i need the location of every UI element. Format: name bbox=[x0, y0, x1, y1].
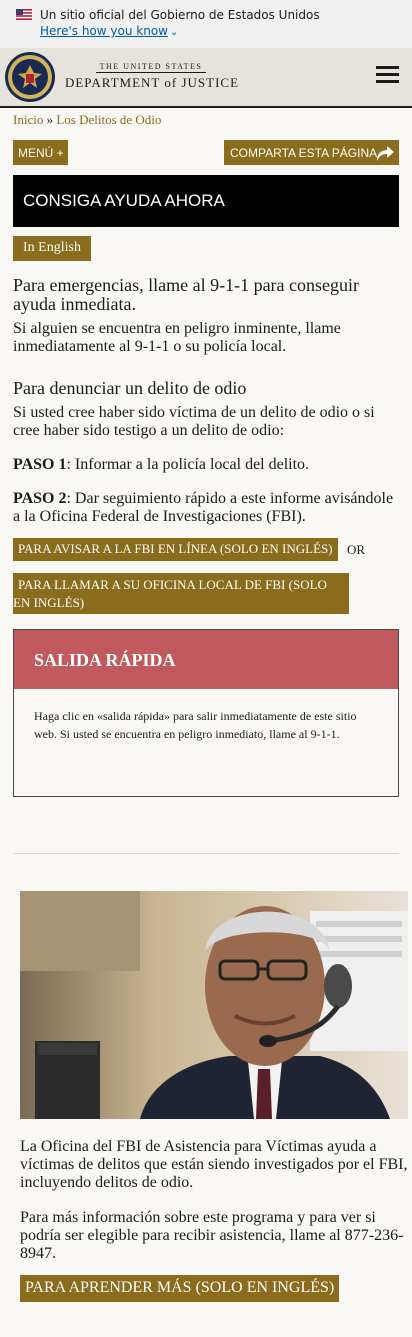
get-help-now-banner: CONSIGA AYUDA AHORA bbox=[13, 175, 399, 227]
action-button-row: MENÚ + COMPARTA ESTA PÁGINA bbox=[0, 140, 412, 175]
quick-exit-button[interactable]: SALIDA RÁPIDA bbox=[14, 630, 398, 689]
victim-assistance-contact: Para más información sobre este programa… bbox=[20, 1209, 404, 1262]
step-2: PASO 2: Dar seguimiento rápido a este in… bbox=[13, 490, 399, 526]
quick-exit-box: SALIDA RÁPIDA Haga clic en «salida rápid… bbox=[13, 629, 399, 797]
doj-seal-icon[interactable] bbox=[4, 51, 56, 103]
agent-with-headset-image bbox=[20, 891, 408, 1119]
step-2-label: PASO 2 bbox=[13, 490, 67, 507]
share-page-button[interactable]: COMPARTA ESTA PÁGINA bbox=[224, 140, 399, 165]
step-1: PASO 1: Informar a la policía local del … bbox=[13, 456, 399, 474]
victim-assistance-text: La Oficina del FBI de Asistencia para Ví… bbox=[20, 1138, 408, 1191]
hamburger-menu-icon[interactable] bbox=[376, 66, 399, 84]
emergency-heading: Para emergencias, llame al 9-1-1 para co… bbox=[13, 275, 360, 314]
report-intro: Si usted cree haber sido víctima de un d… bbox=[13, 404, 375, 439]
fbi-victim-assistant-photo bbox=[20, 891, 408, 1119]
site-header: THE UNITED STATES DEPARTMENT of JUSTICE bbox=[0, 48, 412, 108]
doj-wordmark[interactable]: THE UNITED STATES DEPARTMENT of JUSTICE bbox=[62, 62, 242, 91]
step-2-text: : Dar seguimiento rápido a este informe … bbox=[13, 490, 394, 525]
quick-exit-text: Haga clic en «salida rápida» para salir … bbox=[34, 709, 357, 741]
breadcrumb: Inicio » Los Delitos de Odio bbox=[0, 108, 412, 140]
hamburger-bar bbox=[376, 66, 399, 69]
step-1-text: : Informar a la policía local del delito… bbox=[66, 456, 310, 473]
breadcrumb-separator: » bbox=[46, 112, 54, 127]
emergency-text: Si alguien se encuentra en peligro inmin… bbox=[13, 320, 341, 355]
breadcrumb-home-link[interactable]: Inicio bbox=[13, 112, 43, 127]
breadcrumb-current-link[interactable]: Los Delitos de Odio bbox=[56, 112, 161, 127]
us-flag-icon bbox=[16, 9, 32, 20]
step-1-label: PASO 1 bbox=[13, 456, 67, 473]
victim-assistance-section: La Oficina del FBI de Asistencia para Ví… bbox=[0, 1138, 410, 1302]
main-content: Para emergencias, llame al 9-1-1 para co… bbox=[0, 275, 412, 614]
learn-more-button[interactable]: PARA APRENDER MÁS (SOLO EN INGLÉS) bbox=[20, 1275, 340, 1302]
report-heading: Para denunciar un delito de odio bbox=[13, 378, 247, 398]
fbi-local-office-link[interactable]: PARA LLAMAR A SU OFICINA LOCAL DE FBI (S… bbox=[13, 573, 349, 614]
fbi-online-report-link[interactable]: PARA AVISAR A LA FBI EN LÍNEA (SOLO EN I… bbox=[13, 538, 338, 561]
how-you-know-link[interactable]: Here's how you know ⌄ bbox=[40, 24, 178, 38]
hamburger-bar bbox=[376, 73, 399, 76]
official-site-text: Un sitio oficial del Gobierno de Estados… bbox=[40, 8, 320, 22]
section-divider bbox=[13, 853, 399, 854]
menu-button[interactable]: MENÚ + bbox=[13, 140, 68, 165]
how-you-know-label[interactable]: Here's how you know bbox=[40, 24, 168, 38]
hamburger-bar bbox=[376, 80, 399, 83]
gov-banner: Un sitio oficial del Gobierno de Estados… bbox=[0, 0, 412, 48]
share-arrow-icon[interactable] bbox=[375, 143, 395, 163]
fbi-links: PARA AVISAR A LA FBI EN LÍNEA (SOLO EN I… bbox=[13, 538, 399, 614]
wordmark-bottom: DEPARTMENT of JUSTICE bbox=[64, 75, 240, 90]
or-text: OR bbox=[347, 542, 366, 557]
share-page-label[interactable]: COMPARTA ESTA PÁGINA bbox=[230, 146, 377, 160]
english-language-button[interactable]: In English bbox=[13, 236, 91, 261]
chevron-down-icon[interactable]: ⌄ bbox=[170, 27, 178, 38]
wordmark-top: THE UNITED STATES bbox=[96, 62, 206, 73]
